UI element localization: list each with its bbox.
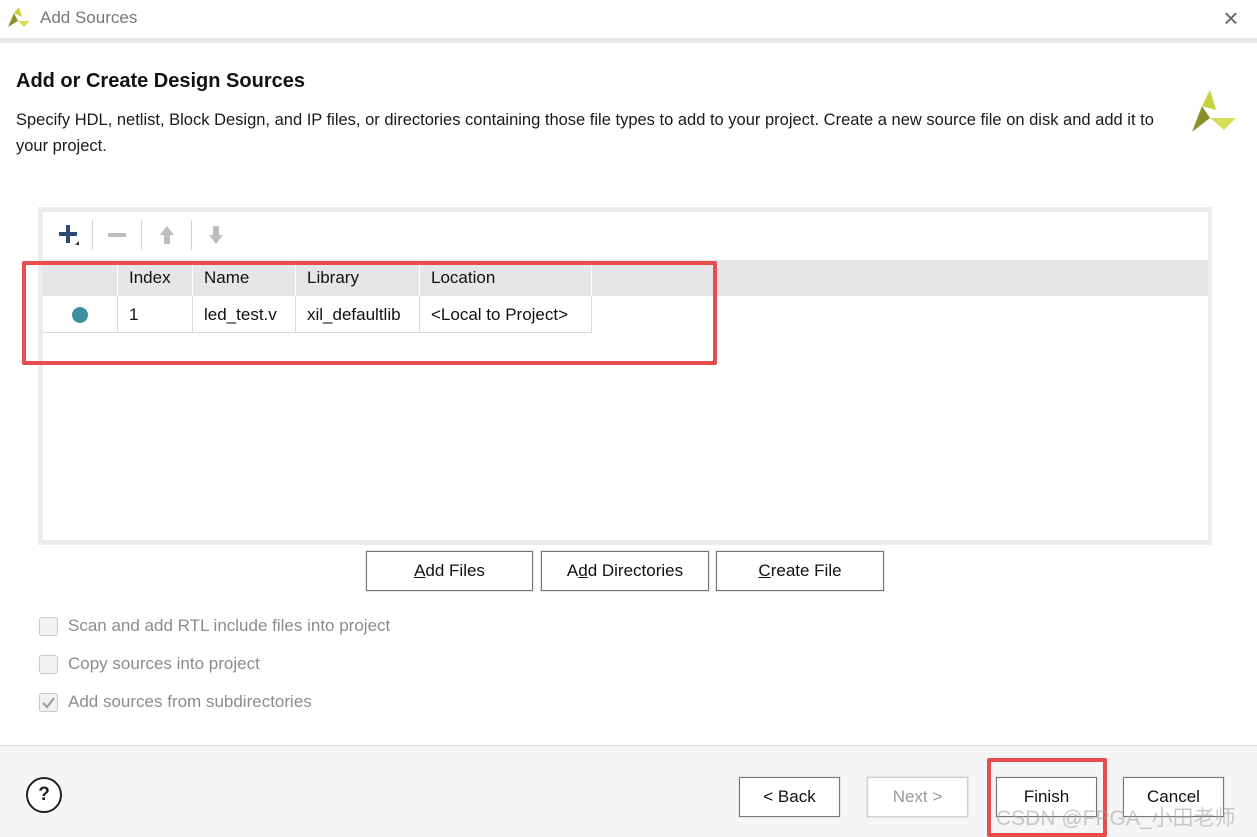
- checkbox[interactable]: [39, 654, 58, 674]
- title-bar: [0, 0, 1257, 38]
- mnemonic: C: [758, 561, 771, 580]
- highlight-box-table: [22, 261, 717, 365]
- sources-toolbar: [43, 212, 1208, 258]
- option-label: Scan and add RTL include files into proj…: [68, 616, 391, 635]
- checkbox[interactable]: [39, 616, 58, 636]
- toolbar-divider: [141, 220, 142, 250]
- mnemonic: d: [578, 561, 588, 580]
- add-files-label: Add Files: [414, 561, 485, 580]
- next-label: Next >: [892, 787, 943, 806]
- move-up-icon[interactable]: [149, 220, 185, 250]
- option-label: Copy sources into project: [68, 654, 260, 673]
- option-copy-sources[interactable]: Copy sources into project: [39, 652, 260, 676]
- option-label: Add sources from subdirectories: [68, 692, 312, 711]
- option-scan-rtl-include[interactable]: Scan and add RTL include files into proj…: [39, 614, 390, 638]
- window-title: Add Sources: [40, 8, 138, 27]
- add-directories-label: Add Directories: [566, 561, 684, 580]
- checkbox-checked[interactable]: [39, 692, 58, 712]
- checkmark-icon: [42, 696, 55, 709]
- help-button[interactable]: ?: [26, 777, 62, 813]
- add-directories-button[interactable]: Add Directories: [541, 551, 709, 591]
- toolbar-divider: [92, 220, 93, 250]
- back-button[interactable]: < Back: [739, 777, 840, 817]
- remove-icon[interactable]: [99, 220, 135, 250]
- option-add-subdirectories[interactable]: Add sources from subdirectories: [39, 690, 312, 714]
- xilinx-logo-icon: [1192, 90, 1236, 132]
- watermark: CSDN @FPGA_小田老师: [996, 807, 1236, 830]
- move-down-icon[interactable]: [198, 220, 234, 250]
- page-description: Specify HDL, netlist, Block Design, and …: [16, 111, 1154, 155]
- title-separator: [0, 38, 1257, 43]
- create-file-label: Create File: [758, 561, 842, 580]
- next-button[interactable]: Next >: [867, 777, 968, 817]
- back-label: < Back: [763, 787, 816, 806]
- close-icon[interactable]: ×: [1218, 4, 1244, 32]
- create-file-button[interactable]: Create File: [716, 551, 884, 591]
- xilinx-app-icon: [8, 7, 30, 27]
- mnemonic: A: [414, 561, 426, 580]
- page-title: Add or Create Design Sources: [16, 70, 305, 92]
- add-files-button[interactable]: Add Files: [366, 551, 533, 591]
- add-icon[interactable]: [50, 220, 86, 250]
- toolbar-divider: [191, 220, 192, 250]
